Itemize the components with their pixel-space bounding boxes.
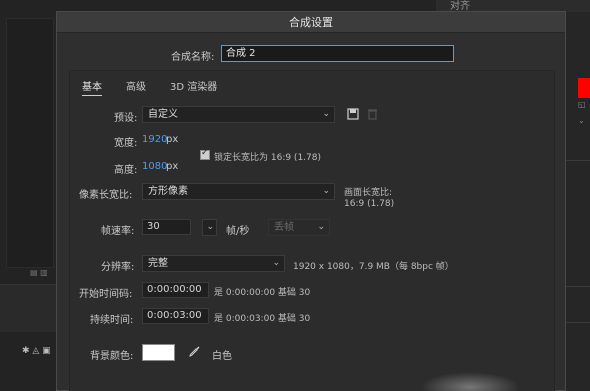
resolution-select[interactable]: 完整 ⌄ [142, 255, 285, 272]
preset-label: 预设: [114, 113, 138, 124]
divider [566, 286, 590, 287]
bg-color-label: 背景颜色: [90, 351, 134, 362]
resolution-info: 1920 x 1080，7.9 MB（每 8bpc 帧） [293, 262, 454, 272]
framerate-unit: 帧/秒 [226, 226, 250, 237]
duration-info: 是 0:00:03:00 基础 30 [214, 314, 311, 324]
duration-label: 持续时间: [90, 315, 134, 326]
start-timecode-label: 开始时间码: [79, 289, 133, 300]
background-noise [420, 372, 520, 391]
divider [566, 322, 590, 323]
chevron-down-icon: ⌄ [206, 222, 214, 232]
tab-advanced[interactable]: 高级 [126, 78, 146, 93]
framerate-input[interactable]: 30 [142, 219, 191, 235]
frame-aspect-value: 16:9 (1.78) [344, 199, 395, 209]
composition-settings-dialog: 合成设置 合成名称: 合成 2 基本 高级 3D 渲染器 预设: 自定义 ⌄ 宽… [56, 11, 566, 391]
lock-aspect-label: 锁定长宽比为 16:9 (1.78) [214, 153, 321, 163]
resolution-value: 完整 [148, 258, 168, 269]
width-unit: px [166, 134, 179, 145]
comp-name-input[interactable]: 合成 2 [221, 45, 454, 62]
bg-color-swatch[interactable] [142, 344, 175, 361]
bg-color-name: 白色 [212, 351, 232, 362]
pixel-aspect-label: 像素长宽比: [79, 190, 133, 201]
start-timecode-input[interactable]: 0:00:00:00 [142, 282, 209, 298]
width-label: 宽度: [114, 138, 138, 149]
project-panel [6, 18, 54, 268]
duration-input[interactable]: 0:00:03:00 [142, 308, 209, 324]
tab-basic[interactable]: 基本 [82, 78, 102, 96]
chevron-down-icon[interactable]: ⌄ [578, 116, 585, 125]
lock-aspect-checkbox[interactable] [200, 148, 210, 160]
drop-frame-value: 丢帧 [274, 222, 294, 233]
timeline-tool-icons[interactable]: ✱ ◬ ▣ [22, 346, 56, 360]
chevron-down-icon: ⌄ [322, 186, 330, 196]
fill-color-swatch[interactable] [578, 78, 590, 98]
right-panel: 对齐 ◱ ⌄ [436, 0, 590, 391]
preset-select[interactable]: 自定义 ⌄ [142, 106, 335, 123]
preset-value: 自定义 [148, 109, 178, 120]
delete-preset-icon[interactable] [366, 107, 379, 120]
height-unit: px [166, 161, 179, 172]
height-value[interactable]: 1080 [142, 161, 167, 172]
chevron-down-icon: ⌄ [322, 109, 330, 119]
eyedropper-icon[interactable] [188, 345, 201, 358]
tab-3d-renderer[interactable]: 3D 渲染器 [170, 78, 217, 93]
divider [566, 160, 590, 161]
drop-frame-select: 丢帧 ⌄ [268, 219, 330, 236]
pixel-aspect-select[interactable]: 方形像素 ⌄ [142, 183, 335, 200]
start-timecode-info: 是 0:00:00:00 基础 30 [214, 288, 311, 298]
framerate-dropdown[interactable]: ⌄ [202, 219, 217, 236]
resolution-label: 分辨率: [101, 262, 135, 273]
timeline-strip [0, 284, 56, 332]
chevron-down-icon: ⌄ [317, 222, 325, 232]
pixel-aspect-value: 方形像素 [148, 186, 188, 197]
swap-color-icon[interactable]: ◱ [578, 100, 586, 109]
frame-aspect-label: 画面长宽比: [344, 188, 393, 198]
framerate-label: 帧速率: [101, 226, 135, 237]
height-label: 高度: [114, 165, 138, 176]
dialog-title: 合成设置 [57, 12, 565, 33]
chevron-down-icon: ⌄ [272, 258, 280, 268]
width-value[interactable]: 1920 [142, 134, 167, 145]
comp-name-label: 合成名称: [171, 52, 215, 63]
panel-footer-icons: ▤ ▥ [30, 268, 48, 277]
save-preset-icon[interactable] [347, 107, 360, 120]
left-panel: ▤ ▥ ✱ ◬ ▣ [0, 0, 56, 391]
